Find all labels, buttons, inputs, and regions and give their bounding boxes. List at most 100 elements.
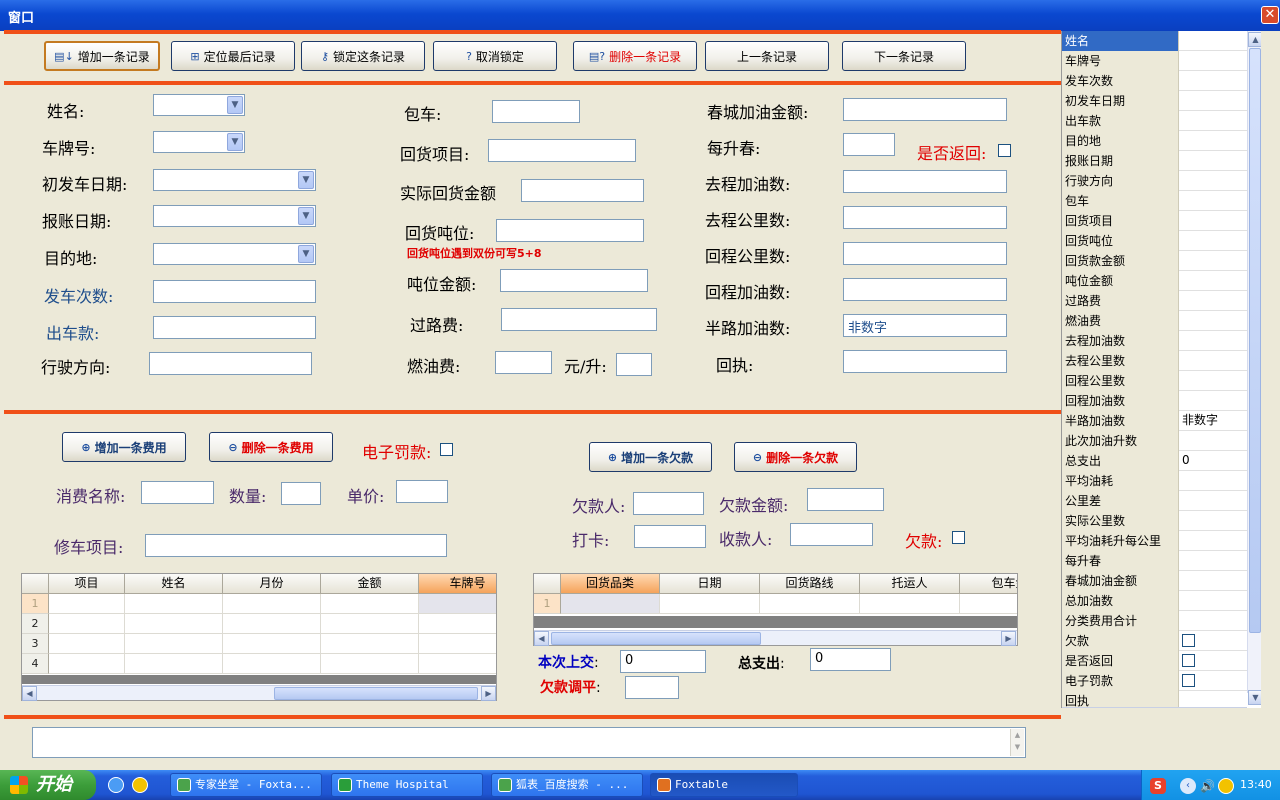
e-fine-checkbox[interactable]: [440, 443, 453, 456]
col3-field-2[interactable]: [843, 133, 895, 156]
scroll-thumb[interactable]: [551, 632, 761, 645]
property-row[interactable]: 初发车日期: [1062, 91, 1247, 111]
scroll-right-icon[interactable]: ▶: [481, 686, 496, 701]
property-row[interactable]: 包车: [1062, 191, 1247, 211]
grid-column-header[interactable]: 车牌号: [419, 574, 496, 594]
toolbar-button-4[interactable]: ? 取消锁定: [433, 41, 557, 71]
property-value[interactable]: [1182, 171, 1246, 191]
grid-cell[interactable]: [223, 634, 321, 654]
grid-column-header[interactable]: 日期: [660, 574, 760, 594]
grid-column-header[interactable]: 月份: [223, 574, 321, 594]
property-value[interactable]: [1182, 231, 1246, 251]
property-value[interactable]: 非数字: [1182, 411, 1246, 431]
property-value[interactable]: [1182, 391, 1246, 411]
property-row[interactable]: 车牌号: [1062, 51, 1247, 71]
goods-grid[interactable]: 回货品类日期回货路线托运人包车金 1 ◀ ▶: [533, 573, 1018, 646]
scroll-up-icon[interactable]: ▲: [1248, 32, 1261, 47]
scroll-down-icon[interactable]: ▼: [1011, 741, 1024, 753]
col3-field-4[interactable]: [843, 206, 1007, 229]
taskbar-item[interactable]: Foxtable: [650, 773, 798, 797]
property-row[interactable]: 半路加油数 非数字: [1062, 411, 1247, 431]
property-value[interactable]: [1182, 131, 1246, 151]
property-value[interactable]: [1182, 111, 1246, 131]
toolbar-button-7[interactable]: 下一条记录: [842, 41, 966, 71]
property-value[interactable]: [1182, 271, 1246, 291]
grid-column-header[interactable]: 回货品类: [561, 574, 660, 594]
property-value[interactable]: [1182, 191, 1246, 211]
property-panel[interactable]: 姓名 车牌号 发车次数 初发车日期 出车款 目的地 报账日期 行驶方向 包车 回货项目 回货吨位 回货…: [1061, 31, 1261, 708]
grid-row-header[interactable]: 2: [22, 614, 49, 634]
property-value[interactable]: [1182, 31, 1246, 51]
scroll-up-icon[interactable]: ▲: [1011, 729, 1024, 741]
property-row[interactable]: 吨位金额: [1062, 271, 1247, 291]
chevron-left-icon[interactable]: ‹: [1180, 778, 1196, 794]
property-value[interactable]: 0: [1182, 451, 1246, 471]
property-row[interactable]: 行驶方向: [1062, 171, 1247, 191]
grid-cell[interactable]: [125, 654, 223, 674]
scroll-thumb[interactable]: [1249, 48, 1261, 633]
col3-field-8[interactable]: [843, 350, 1007, 373]
horizontal-scrollbar[interactable]: ◀ ▶: [22, 685, 496, 701]
horizontal-scrollbar[interactable]: ◀ ▶: [534, 630, 1017, 646]
tiaoping-field[interactable]: [625, 676, 679, 699]
grid-cell[interactable]: [419, 634, 496, 654]
grid-cell[interactable]: [321, 654, 419, 674]
taskbar-item[interactable]: 专家坐堂 - Foxta...: [170, 773, 322, 797]
grid-row-header[interactable]: 1: [22, 594, 49, 614]
col1-field-6[interactable]: [153, 280, 316, 303]
grid-row-header[interactable]: 1: [534, 594, 561, 614]
qiankuanren-field[interactable]: [633, 492, 704, 515]
property-row[interactable]: 平均油耗: [1062, 471, 1247, 491]
chevron-down-icon[interactable]: ▼: [227, 133, 243, 151]
dunwei-jine-field[interactable]: [500, 269, 648, 292]
property-row[interactable]: 回货款金额: [1062, 251, 1247, 271]
grid-row-header[interactable]: 3: [22, 634, 49, 654]
property-row[interactable]: 欠款: [1062, 631, 1247, 651]
property-value[interactable]: [1182, 291, 1246, 311]
property-row[interactable]: 电子罚款: [1062, 671, 1247, 691]
memo-field[interactable]: ▲ ▼: [32, 727, 1026, 758]
property-value[interactable]: [1182, 211, 1246, 231]
grid-cell[interactable]: [660, 594, 760, 614]
property-value[interactable]: [1182, 471, 1246, 491]
benci-field[interactable]: 0: [620, 650, 706, 673]
grid-cell[interactable]: [760, 594, 860, 614]
property-row[interactable]: 回程加油数: [1062, 391, 1247, 411]
taskbar-item[interactable]: 狐表_百度搜索 - ...: [491, 773, 643, 797]
property-value[interactable]: [1182, 671, 1246, 691]
property-value[interactable]: [1182, 531, 1246, 551]
shoukuanren-field[interactable]: [790, 523, 873, 546]
shuliang-field[interactable]: [281, 482, 321, 505]
grid-column-header[interactable]: 金额: [321, 574, 419, 594]
grid-cell[interactable]: [223, 594, 321, 614]
col1-dropdown-5[interactable]: ▼: [153, 243, 316, 265]
sogou-s-icon[interactable]: S: [1150, 778, 1166, 794]
property-row[interactable]: 公里差: [1062, 491, 1247, 511]
property-value[interactable]: [1182, 331, 1246, 351]
property-checkbox[interactable]: [1182, 654, 1195, 667]
qiankuan-checkbox[interactable]: [952, 531, 965, 544]
chevron-down-icon[interactable]: ▼: [298, 171, 314, 189]
fee-grid[interactable]: 项目 姓名 月份 金额 车牌号 1 2 3 4 ◀ ▶: [21, 573, 497, 701]
horizontal-scrollbar[interactable]: ▶: [1062, 707, 1247, 708]
chevron-down-icon[interactable]: ▼: [298, 207, 314, 225]
grid-column-header[interactable]: 项目: [49, 574, 125, 594]
toolbar-button-3[interactable]: ⚷ 锁定这条记录: [301, 41, 425, 71]
scroll-right-icon[interactable]: ▶: [1001, 631, 1016, 646]
shiji-huohuo-field[interactable]: [521, 179, 644, 202]
scroll-left-icon[interactable]: ◀: [22, 686, 37, 701]
property-row[interactable]: 姓名: [1062, 31, 1247, 51]
property-row[interactable]: 分类费用合计: [1062, 611, 1247, 631]
add-fee-button[interactable]: ⊕ 增加一条费用: [62, 432, 186, 462]
quicklaunch-ie-icon[interactable]: [108, 777, 124, 793]
grid-column-header[interactable]: 回货路线: [760, 574, 860, 594]
property-checkbox[interactable]: [1182, 674, 1195, 687]
property-row[interactable]: 去程公里数: [1062, 351, 1247, 371]
huohuo-dunwei-field[interactable]: [496, 219, 644, 242]
close-button[interactable]: ✕: [1261, 6, 1279, 24]
grid-cell[interactable]: [419, 654, 496, 674]
xiuche-field[interactable]: [145, 534, 447, 557]
huohuo-xiangmu-field[interactable]: [488, 139, 636, 162]
toolbar-button-1[interactable]: ▤↓ 增加一条记录: [44, 41, 160, 71]
grid-cell[interactable]: [49, 614, 125, 634]
